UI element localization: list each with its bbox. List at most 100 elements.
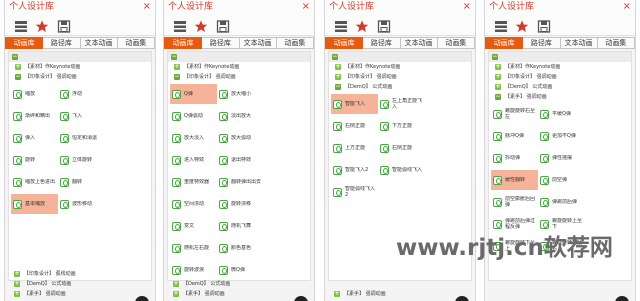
animation-item[interactable]: 旋转 — [11, 150, 58, 170]
section-header[interactable]: − 【印象设计】 强调动画 — [168, 72, 310, 82]
tab-3[interactable]: 动画集 — [597, 37, 635, 49]
animation-item[interactable]: 弹性摇摆 — [538, 148, 585, 168]
animation-item[interactable]: 淡出放大 — [217, 106, 264, 126]
tab-2[interactable]: 文本动画 — [560, 37, 598, 49]
animation-item[interactable]: 飞入 — [58, 106, 105, 126]
section-header[interactable]: + 【素材】作Keynote动画 — [489, 62, 631, 72]
animation-item[interactable]: 弹跳前后弹 — [538, 192, 585, 212]
footer-section[interactable]: + 【素手】 强调动画 — [167, 289, 311, 299]
animation-item[interactable]: 波形移动 — [58, 194, 105, 214]
section-header[interactable]: + 【素材】作Keynote动画 — [168, 62, 310, 72]
animation-item[interactable]: Q弹弧动 — [170, 106, 217, 126]
animation-item[interactable]: 颜色基色 — [217, 238, 264, 258]
animation-item[interactable]: 智能弧线飞入 — [378, 160, 425, 180]
animation-item[interactable]: 旋转漂移 — [217, 194, 264, 214]
animation-item[interactable]: 前空弹 — [538, 170, 585, 190]
animation-item[interactable]: 右侧正旋 — [331, 116, 378, 136]
section-header[interactable]: − — [9, 52, 151, 62]
save-icon[interactable] — [216, 18, 230, 33]
animation-item[interactable]: 微Q弹 — [217, 260, 264, 280]
section-header[interactable]: − — [168, 52, 310, 62]
animation-item[interactable]: 放大淡入 — [170, 128, 217, 148]
tab-0[interactable]: 动画库 — [5, 37, 44, 49]
star-icon[interactable] — [194, 18, 208, 32]
save-icon[interactable] — [537, 18, 551, 33]
save-icon[interactable] — [377, 18, 391, 33]
animation-item[interactable]: 上方正旋 — [331, 138, 378, 158]
collapse-icon[interactable]: − — [171, 54, 177, 60]
tab-2[interactable]: 文本动画 — [400, 37, 438, 49]
section-header[interactable]: + 【印象设计】 强调动画 — [329, 72, 471, 82]
animation-item[interactable]: 弹跳前后弹过程反弹 — [491, 214, 538, 234]
collapse-icon[interactable]: − — [174, 74, 180, 80]
animation-item[interactable]: 变文 — [170, 216, 217, 236]
expand-icon[interactable]: + — [495, 64, 501, 70]
animation-item[interactable]: 脉冲Q弹 — [491, 126, 538, 146]
collapse-icon[interactable]: − — [495, 94, 501, 100]
grid-icon[interactable] — [334, 18, 348, 32]
grid-icon[interactable] — [494, 18, 508, 32]
animation-item[interactable]: 智能飞入 — [331, 94, 378, 114]
animation-item[interactable]: 随机飞舞 — [217, 216, 264, 236]
tab-1[interactable]: 路径库 — [43, 37, 81, 49]
tab-3[interactable]: 动画集 — [437, 37, 475, 49]
tab-3[interactable]: 动画集 — [117, 37, 155, 49]
tab-1[interactable]: 路径库 — [523, 37, 561, 49]
animation-item[interactable]: 放大缩小 — [217, 84, 264, 104]
animation-item[interactable]: 前空膨胀后回弹 — [491, 192, 538, 212]
animation-item[interactable]: 弹入 — [11, 128, 58, 148]
tab-0[interactable]: 动画库 — [485, 37, 524, 49]
animation-item[interactable]: 翻转 — [58, 172, 105, 192]
tab-0[interactable]: 动画库 — [325, 37, 364, 49]
animation-item[interactable]: 翻转弹出出去 — [217, 172, 264, 192]
collapse-icon[interactable]: − — [332, 54, 338, 60]
tab-1[interactable]: 路径库 — [202, 37, 240, 49]
section-header[interactable]: + 【素材】作Keynote动画 — [9, 62, 151, 72]
animation-item[interactable]: 平缓Q弹 — [538, 104, 585, 124]
star-icon[interactable] — [35, 18, 49, 32]
tab-2[interactable]: 文本动画 — [239, 37, 277, 49]
footer-section[interactable]: + 【素手】 强调动画 — [328, 289, 472, 299]
tab-3[interactable]: 动画集 — [276, 37, 314, 49]
expand-icon[interactable]: + — [14, 281, 20, 287]
collapse-icon[interactable]: − — [15, 74, 21, 80]
animation-item[interactable]: 旋转波浪 — [170, 260, 217, 280]
animation-item[interactable]: 缩放上色进出 — [11, 172, 58, 192]
animation-item[interactable]: 抖动弹 — [491, 148, 538, 168]
collapse-icon[interactable]: − — [492, 54, 498, 60]
expand-icon[interactable]: + — [495, 84, 501, 90]
expand-icon[interactable]: + — [335, 74, 341, 80]
star-icon[interactable] — [355, 18, 369, 32]
section-header[interactable]: − 【DemQ】 公式动画 — [329, 82, 471, 92]
close-button[interactable]: × — [623, 0, 631, 13]
expand-icon[interactable]: + — [335, 64, 341, 70]
grid-icon[interactable] — [14, 18, 28, 32]
animation-item[interactable]: 螺旋旋转上至下 — [538, 214, 585, 234]
expand-icon[interactable]: + — [15, 64, 21, 70]
footer-section[interactable]: + 【DemQ】 公式动画 — [167, 279, 311, 289]
tab-2[interactable]: 文本动画 — [80, 37, 118, 49]
animation-item[interactable]: 随机左右旋 — [170, 238, 217, 258]
animation-item[interactable]: Q弹 — [170, 84, 217, 104]
expand-icon[interactable]: + — [173, 281, 179, 287]
section-header[interactable]: − 【素手】 强调动画 — [489, 92, 631, 102]
close-button[interactable]: × — [463, 0, 471, 13]
footer-section[interactable]: + 【素手】 强调动画 — [8, 289, 152, 299]
close-button[interactable]: × — [143, 0, 151, 13]
animation-item[interactable]: 浮动 — [58, 84, 105, 104]
help-icon[interactable] — [615, 296, 629, 301]
save-icon[interactable] — [57, 18, 71, 33]
animation-item[interactable]: 智能飞入2 — [331, 160, 378, 180]
animation-item[interactable]: 下方正旋 — [378, 116, 425, 136]
animation-item[interactable]: 智能弧线飞入2 — [331, 182, 378, 202]
animation-item[interactable]: 空间漂动 — [170, 194, 217, 214]
animation-item[interactable]: 恒定和消退 — [58, 128, 105, 148]
section-header[interactable]: + 【DemQ】 公式动画 — [489, 82, 631, 92]
expand-icon[interactable]: + — [14, 291, 20, 297]
grid-icon[interactable] — [173, 18, 187, 32]
footer-section[interactable]: + 【DemQ】 公式动画 — [8, 279, 152, 289]
tab-1[interactable]: 路径库 — [363, 37, 401, 49]
star-icon[interactable] — [515, 18, 529, 32]
animation-item[interactable]: 右侧正旋 — [378, 138, 425, 158]
expand-icon[interactable]: + — [495, 74, 501, 80]
